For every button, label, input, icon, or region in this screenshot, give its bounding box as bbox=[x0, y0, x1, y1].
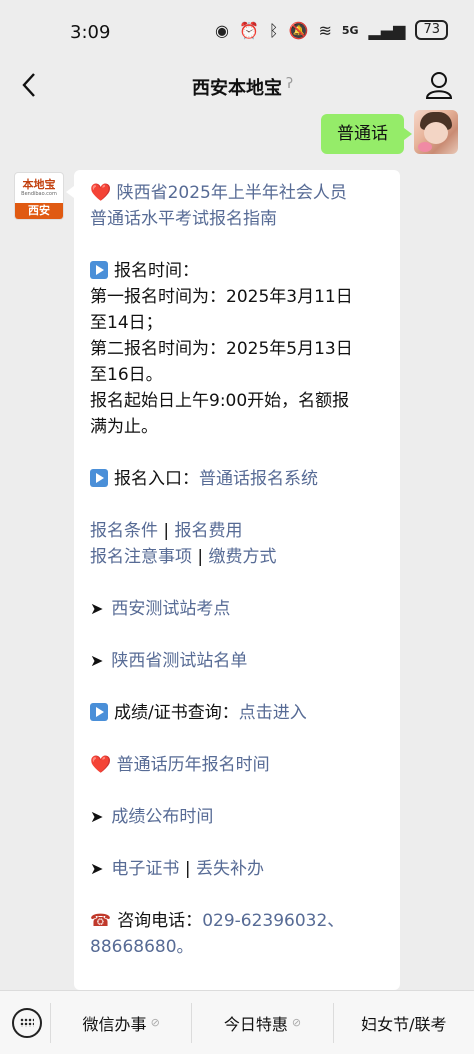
message-title[interactable]: ❤️ 陕西省2025年上半年社会人员 bbox=[90, 180, 384, 206]
title-line2[interactable]: 普通话水平考试报名指南 bbox=[90, 206, 384, 232]
score-label: 成绩/证书查询： bbox=[114, 703, 239, 723]
xian-sites-link[interactable]: 西安测试站考点 bbox=[111, 599, 230, 619]
fees-link[interactable]: 报名费用 bbox=[175, 521, 243, 541]
menu-item-label: 微信办事 bbox=[82, 1014, 147, 1034]
shaanxi-sites-link[interactable]: 陕西省测试站名单 bbox=[111, 651, 247, 671]
menu-item-daily-deals[interactable]: 今日特惠 ⊘ bbox=[191, 1002, 332, 1043]
entry-label: 报名入口： bbox=[114, 469, 199, 489]
bluetooth-icon: ᛒ bbox=[268, 20, 279, 40]
conditions-link[interactable]: 报名条件 bbox=[90, 521, 158, 541]
separator: | bbox=[163, 521, 170, 541]
results-link[interactable]: 成绩公布时间 bbox=[111, 807, 213, 827]
second-reg-line1: 第二报名时间为：2025年5月13日 bbox=[90, 339, 353, 359]
arrow-icon: ➤ bbox=[90, 859, 104, 878]
history-link[interactable]: 普通话历年报名时间 bbox=[117, 755, 270, 775]
menu-item-label: 妇女节/联考 bbox=[361, 1014, 447, 1034]
separator: | bbox=[197, 547, 204, 567]
arrow-icon: ➤ bbox=[90, 807, 104, 826]
user-avatar[interactable] bbox=[414, 110, 458, 154]
second-reg-line2: 至16日。 bbox=[90, 365, 163, 385]
bot-avatar-city: 西安 bbox=[15, 203, 63, 219]
bot-message-bubble: ❤️ 陕西省2025年上半年社会人员 普通话水平考试报名指南 报名时间： 第一报… bbox=[66, 170, 400, 990]
network-type: 5G bbox=[341, 23, 359, 37]
first-reg-line1: 第一报名时间为：2025年3月11日 bbox=[90, 287, 353, 307]
first-reg-line2: 至14日； bbox=[90, 313, 163, 333]
bot-avatar[interactable]: 本地宝 Bendibao.com 西安 bbox=[14, 172, 64, 220]
play-icon bbox=[90, 261, 108, 279]
play-icon bbox=[90, 703, 108, 721]
page-title: 西安本地宝 bbox=[192, 78, 282, 99]
ear-icon: ʔ bbox=[286, 76, 294, 92]
alarm-icon: ⏰ bbox=[238, 20, 259, 40]
reg-time-label: 报名时间： bbox=[114, 261, 199, 281]
link-icon: ⊘ bbox=[150, 1016, 160, 1029]
menu-item-label: 今日特惠 bbox=[223, 1014, 288, 1034]
signal-icon: ▂▄▆ bbox=[368, 20, 406, 40]
score-link[interactable]: 点击进入 bbox=[239, 703, 307, 723]
bot-avatar-url: Bendibao.com bbox=[21, 190, 57, 197]
start-line1: 报名起始日上午9:00开始，名额报 bbox=[90, 391, 350, 411]
entry-link[interactable]: 普通话报名系统 bbox=[199, 469, 318, 489]
link-icon: ⊘ bbox=[291, 1016, 302, 1029]
play-icon bbox=[90, 469, 108, 487]
bottom-menu-bar: 微信办事 ⊘ 今日特惠 ⊘ 妇女节/联考 bbox=[0, 990, 474, 1054]
wifi-icon: ≋ bbox=[318, 20, 332, 40]
battery-level: 73 bbox=[415, 20, 448, 40]
start-line2: 满为止。 bbox=[90, 417, 158, 437]
phone-icon: ☎ bbox=[90, 911, 112, 931]
mute-icon: 🔕 bbox=[288, 20, 309, 40]
separator: | bbox=[184, 859, 191, 879]
status-icons: ◉ ⏰ ᛒ 🔕 ≋ 5G ▂▄▆ 73 bbox=[215, 20, 448, 40]
heart-icon: ❤️ bbox=[90, 755, 112, 775]
title-line1[interactable]: 陕西省2025年上半年社会人员 bbox=[117, 183, 347, 203]
nav-bar: 西安本地宝 ʔ bbox=[0, 62, 474, 110]
menu-item-wechat-services[interactable]: 微信办事 ⊘ bbox=[50, 1002, 191, 1043]
profile-icon[interactable] bbox=[424, 70, 454, 100]
phone-number-2[interactable]: 88668680。 bbox=[90, 934, 384, 960]
status-bar: 3:09 ◉ ⏰ ᛒ 🔕 ≋ 5G ▂▄▆ 73 bbox=[0, 0, 474, 62]
keyboard-icon[interactable] bbox=[12, 1007, 42, 1038]
phone-label: 咨询电话： bbox=[117, 911, 203, 931]
user-message-bubble: 普通话 bbox=[321, 114, 412, 154]
arrow-icon: ➤ bbox=[90, 599, 104, 618]
status-time: 3:09 bbox=[70, 22, 111, 43]
arrow-icon: ➤ bbox=[90, 651, 104, 670]
notes-link[interactable]: 报名注意事项 bbox=[90, 547, 192, 567]
heart-icon: ❤️ bbox=[90, 183, 112, 203]
lost-link[interactable]: 丢失补办 bbox=[196, 859, 264, 879]
phone-number-1[interactable]: 029-62396032、 bbox=[202, 911, 344, 931]
eye-icon: ◉ bbox=[215, 20, 229, 40]
ecert-link[interactable]: 电子证书 bbox=[111, 859, 179, 879]
bot-avatar-brand: 本地宝 bbox=[22, 177, 56, 191]
menu-item-womens-day[interactable]: 妇女节/联考 bbox=[332, 1002, 474, 1043]
payment-link[interactable]: 缴费方式 bbox=[209, 547, 277, 567]
